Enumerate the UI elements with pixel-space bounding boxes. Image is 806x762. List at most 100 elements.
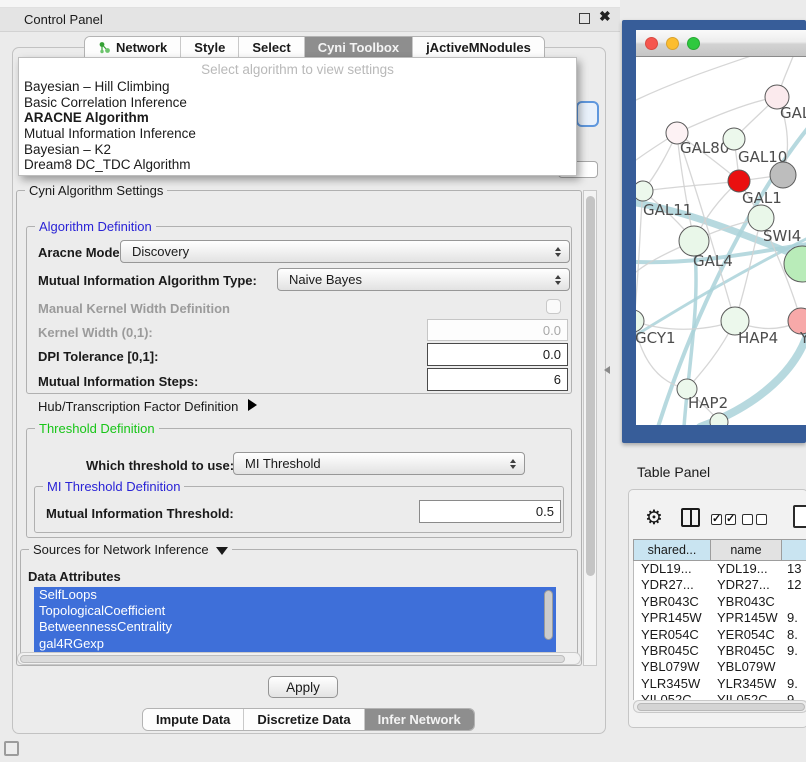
table-horizontal-scrollbar[interactable]: [633, 700, 806, 713]
column-header-shared[interactable]: shared...: [633, 539, 711, 561]
network-canvas[interactable]: GALGAL80GAL10GAL1GAL11SWI4GAL4GCY1HAP4YH…: [636, 57, 806, 425]
table-cell[interactable]: YER054C: [634, 627, 711, 643]
close-icon[interactable]: ✖: [599, 8, 611, 25]
scrollbar-thumb[interactable]: [586, 196, 595, 576]
sources-title-toggle[interactable]: Sources for Network Inference: [29, 542, 232, 557]
hub-definition-toggle[interactable]: Hub/Transcription Factor Definition: [38, 399, 257, 414]
table-cell[interactable]: YBR043C: [711, 594, 783, 610]
tab-infer-network[interactable]: Infer Network: [365, 709, 474, 730]
which-threshold-combo[interactable]: MI Threshold: [233, 452, 525, 475]
kernel-width-field[interactable]: 0.0: [427, 319, 568, 341]
tab-cyni-toolbox[interactable]: Cyni Toolbox: [305, 37, 413, 58]
scrollbar-thumb[interactable]: [637, 703, 805, 711]
kernel-width-label: Kernel Width (0,1):: [38, 325, 153, 340]
table-cell[interactable]: YBL079W: [634, 659, 711, 675]
deselect-all-checkboxes-icon[interactable]: [742, 512, 770, 530]
document-icon[interactable]: [793, 505, 806, 528]
column-header-name[interactable]: name: [711, 539, 782, 561]
network-node[interactable]: [770, 162, 796, 188]
table-cell[interactable]: 9.: [783, 692, 798, 700]
dropdown-item[interactable]: Dream8 DC_TDC Algorithm: [19, 157, 576, 173]
settings-horizontal-scrollbar[interactable]: [17, 652, 581, 665]
dpi-tolerance-label: DPI Tolerance [0,1]:: [38, 349, 158, 364]
close-button[interactable]: [645, 37, 658, 50]
table-row[interactable]: YBR043CYBR043C: [634, 594, 806, 610]
dropdown-item[interactable]: Bayesian – K2: [19, 142, 576, 158]
mi-steps-field[interactable]: 6: [427, 368, 568, 391]
table-row[interactable]: YER054CYER054C8.: [634, 627, 806, 643]
table-cell[interactable]: YBR045C: [634, 643, 711, 659]
table-cell[interactable]: 8.: [783, 627, 798, 643]
table-row[interactable]: YDR27...YDR27...12: [634, 577, 806, 593]
apply-button[interactable]: Apply: [268, 676, 338, 698]
network-window-titlebar[interactable]: [636, 30, 806, 57]
zoom-button[interactable]: [687, 37, 700, 50]
table-cell[interactable]: YBR043C: [634, 594, 711, 610]
table-cell[interactable]: YDL19...: [711, 561, 783, 577]
table-cell[interactable]: YIL052C: [634, 692, 711, 700]
dpi-tolerance-field[interactable]: 0.0: [427, 343, 568, 366]
aracne-mode-combo[interactable]: Discovery: [120, 240, 570, 263]
network-icon: [98, 41, 111, 54]
column-header-partial[interactable]: [782, 539, 806, 561]
table-cell[interactable]: 9.: [783, 676, 798, 692]
table-cell[interactable]: YBR045C: [711, 643, 783, 659]
tab-select[interactable]: Select: [239, 37, 304, 58]
table-row[interactable]: YLR345WYLR345W9.: [634, 676, 806, 692]
table-cell[interactable]: YPR145W: [634, 610, 711, 626]
table-cell[interactable]: [783, 594, 787, 610]
table-row[interactable]: YIL052CYIL052C9.: [634, 692, 806, 700]
table-cell[interactable]: YBL079W: [711, 659, 783, 675]
tab-discretize-data[interactable]: Discretize Data: [244, 709, 364, 730]
minimize-button[interactable]: [666, 37, 679, 50]
table-cell[interactable]: YDR27...: [634, 577, 711, 593]
table-cell[interactable]: YPR145W: [711, 610, 783, 626]
dropdown-item[interactable]: Bayesian – Hill Climbing: [19, 79, 576, 95]
dropdown-item[interactable]: Basic Correlation Inference: [19, 95, 576, 111]
table-row[interactable]: YBR045CYBR045C9.: [634, 643, 806, 659]
dropdown-item-selected[interactable]: ARACNE Algorithm: [19, 110, 576, 126]
table-cell[interactable]: 13: [783, 561, 801, 577]
table-cell[interactable]: YER054C: [711, 627, 783, 643]
list-scrollbar-thumb[interactable]: [544, 590, 553, 640]
table-cell[interactable]: [783, 659, 787, 675]
table-cell[interactable]: 9.: [783, 643, 798, 659]
attribute-item[interactable]: TopologicalCoefficient: [34, 603, 556, 619]
tab-jactivemnodules[interactable]: jActiveMNodules: [413, 37, 544, 58]
table-cell[interactable]: YDL19...: [634, 561, 711, 577]
table-cell[interactable]: YLR345W: [634, 676, 711, 692]
tab-network[interactable]: Network: [85, 37, 181, 58]
gear-icon[interactable]: ⚙: [645, 505, 663, 530]
dropdown-item[interactable]: Mutual Information Inference: [19, 126, 576, 142]
tab-impute-data[interactable]: Impute Data: [143, 709, 244, 730]
algorithm-combo-fragment[interactable]: [576, 101, 599, 127]
scrollbar-thumb[interactable]: [20, 655, 565, 663]
network-node[interactable]: [636, 181, 653, 201]
manual-kernel-checkbox[interactable]: [546, 299, 561, 314]
attribute-item[interactable]: SelfLoops: [34, 587, 556, 603]
table-row[interactable]: YBL079WYBL079W: [634, 659, 806, 675]
tab-style[interactable]: Style: [181, 37, 239, 58]
select-all-checkboxes-icon[interactable]: [711, 512, 739, 530]
columns-icon[interactable]: [681, 508, 700, 527]
table-cell[interactable]: YDR27...: [711, 577, 783, 593]
mi-threshold-field[interactable]: 0.5: [419, 500, 561, 523]
settings-vertical-scrollbar[interactable]: [583, 190, 597, 666]
dock-panel-icon[interactable]: [4, 741, 19, 756]
network-node[interactable]: [723, 128, 745, 150]
table-cell[interactable]: 9.: [783, 610, 798, 626]
table-cell[interactable]: 12: [783, 577, 801, 593]
aracne-mode-label: Aracne Mode:: [38, 245, 124, 260]
attribute-item[interactable]: gal4RGexp: [34, 636, 556, 652]
mi-type-combo[interactable]: Naive Bayes: [277, 268, 570, 291]
network-window-frame[interactable]: GALGAL80GAL10GAL1GAL11SWI4GAL4GCY1HAP4YH…: [622, 20, 806, 443]
table-row[interactable]: YDL19...YDL19...13: [634, 561, 806, 577]
top-strip: [0, 0, 620, 8]
manual-kernel-label: Manual Kernel Width Definition: [38, 301, 230, 316]
attribute-item[interactable]: BetweennessCentrality: [34, 619, 556, 635]
table-cell[interactable]: YLR345W: [711, 676, 783, 692]
split-pane-collapse-icon[interactable]: [604, 366, 610, 374]
float-panel-icon[interactable]: [579, 13, 590, 24]
table-cell[interactable]: YIL052C: [711, 692, 783, 700]
table-row[interactable]: YPR145WYPR145W9.: [634, 610, 806, 626]
